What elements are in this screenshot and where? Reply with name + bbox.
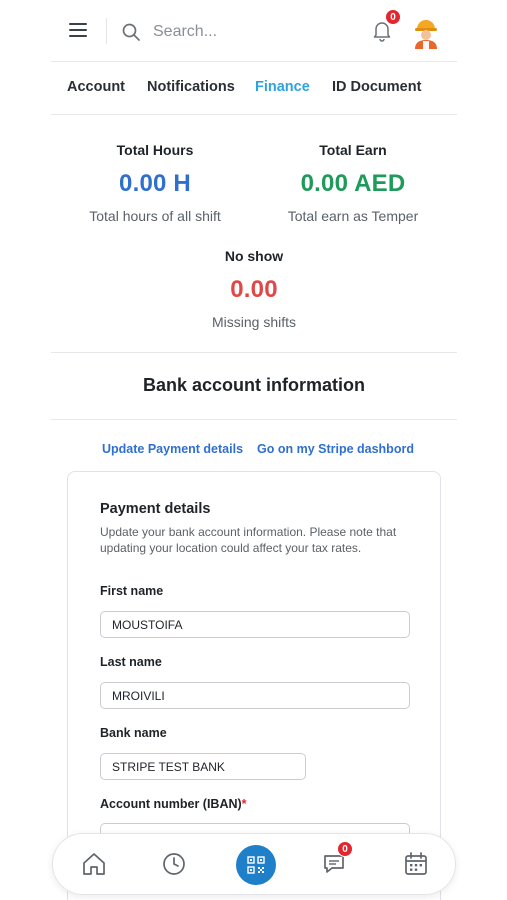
no-show-stat: No show 0.00 Missing shifts bbox=[154, 248, 354, 330]
notifications-button[interactable]: 0 bbox=[370, 9, 401, 42]
menu-icon[interactable] bbox=[69, 23, 87, 39]
bank-name-label: Bank name bbox=[100, 726, 167, 740]
app-frame: 0 Account Notifications Finance ID Docum… bbox=[51, 0, 457, 900]
search-icon bbox=[122, 23, 140, 41]
total-earn-stat: Total Earn 0.00 AED Total earn as Temper bbox=[273, 142, 433, 224]
tab-id-document[interactable]: ID Document bbox=[332, 79, 421, 95]
settings-tabs: Account Notifications Finance ID Documen… bbox=[51, 63, 457, 115]
calendar-icon bbox=[405, 852, 427, 875]
section-divider bbox=[51, 419, 457, 420]
total-earn-caption: Total earn as Temper bbox=[287, 208, 419, 224]
payment-details-description: Update your bank account information. Pl… bbox=[100, 525, 397, 555]
nav-messages[interactable]: 0 bbox=[321, 841, 353, 878]
total-hours-caption: Total hours of all shift bbox=[89, 208, 221, 224]
update-payment-details-link[interactable]: Update Payment details bbox=[102, 442, 243, 456]
account-number-label-text: Account number (IBAN) bbox=[100, 797, 242, 811]
total-earn-value: 0.00 AED bbox=[300, 170, 406, 197]
nav-qr-scan[interactable] bbox=[236, 845, 276, 885]
tab-notifications[interactable]: Notifications bbox=[147, 79, 235, 95]
search-input[interactable] bbox=[153, 23, 303, 41]
tab-finance[interactable]: Finance bbox=[255, 79, 310, 95]
payment-details-title: Payment details bbox=[100, 501, 211, 517]
last-name-field[interactable] bbox=[100, 682, 410, 709]
account-number-label: Account number (IBAN)* bbox=[100, 797, 247, 811]
bank-name-field[interactable] bbox=[100, 753, 306, 780]
first-name-field[interactable] bbox=[100, 611, 410, 638]
search-bar[interactable] bbox=[121, 18, 321, 46]
no-show-value: 0.00 bbox=[230, 276, 278, 303]
nav-home[interactable] bbox=[80, 850, 108, 878]
qr-code-icon bbox=[247, 856, 265, 874]
top-header: 0 bbox=[51, 0, 457, 62]
bottom-navigation: 0 bbox=[52, 833, 456, 895]
first-name-label: First name bbox=[100, 584, 164, 598]
total-hours-label: Total Hours bbox=[116, 142, 194, 158]
nav-shifts[interactable] bbox=[160, 850, 188, 878]
home-icon bbox=[83, 853, 105, 875]
section-divider bbox=[51, 352, 457, 353]
bank-section-title: Bank account information bbox=[142, 375, 366, 395]
header-divider bbox=[106, 18, 107, 44]
total-hours-value: 0.00 H bbox=[119, 170, 191, 197]
notification-count-badge: 0 bbox=[385, 9, 401, 25]
no-show-label: No show bbox=[224, 248, 284, 264]
total-earn-label: Total Earn bbox=[319, 142, 387, 158]
stripe-dashboard-link[interactable]: Go on my Stripe dashbord bbox=[257, 442, 414, 456]
nav-calendar[interactable] bbox=[402, 850, 430, 878]
last-name-label: Last name bbox=[100, 655, 162, 669]
clock-icon bbox=[163, 853, 185, 875]
tab-account[interactable]: Account bbox=[67, 79, 125, 95]
worker-avatar-icon bbox=[415, 20, 437, 49]
avatar[interactable] bbox=[411, 15, 441, 49]
required-asterisk: * bbox=[241, 797, 247, 811]
total-hours-stat: Total Hours 0.00 H Total hours of all sh… bbox=[75, 142, 235, 224]
chat-count-badge: 0 bbox=[337, 841, 353, 857]
no-show-caption: Missing shifts bbox=[211, 314, 297, 330]
